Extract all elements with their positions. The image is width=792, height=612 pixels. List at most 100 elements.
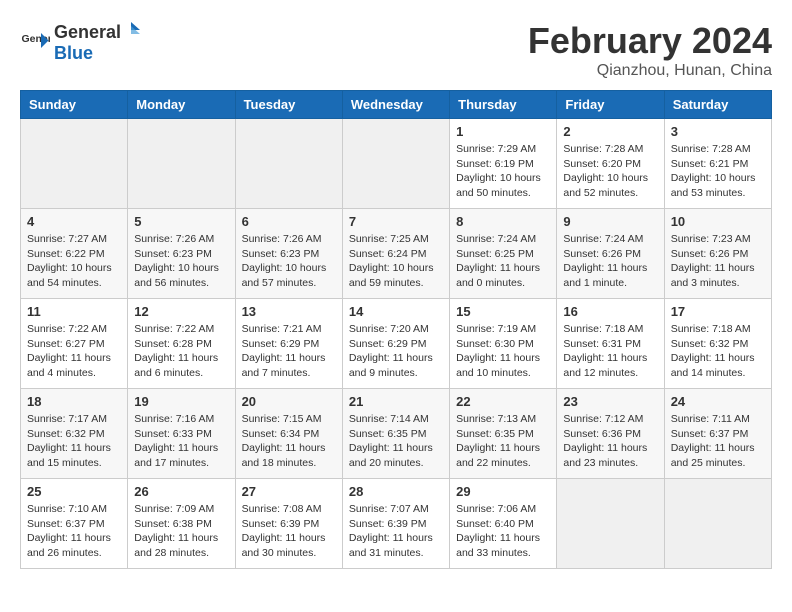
location-subtitle: Qianzhou, Hunan, China: [528, 62, 772, 80]
day-number: 18: [27, 394, 121, 409]
day-info: Sunrise: 7:25 AM Sunset: 6:24 PM Dayligh…: [349, 232, 443, 291]
day-of-week-header: Saturday: [664, 91, 771, 119]
day-info: Sunrise: 7:18 AM Sunset: 6:31 PM Dayligh…: [563, 322, 657, 381]
calendar-day-cell: 27 Sunrise: 7:08 AM Sunset: 6:39 PM Dayli…: [235, 479, 342, 569]
day-number: 29: [456, 484, 550, 499]
day-info: Sunrise: 7:08 AM Sunset: 6:39 PM Dayligh…: [242, 502, 336, 561]
calendar-week-row: 25 Sunrise: 7:10 AM Sunset: 6:37 PM Dayli…: [21, 479, 772, 569]
calendar-day-cell: 22Sunrise: 7:13 AM Sunset: 6:35 PM Dayli…: [450, 389, 557, 479]
day-number: 7: [349, 214, 443, 229]
day-info: Sunrise: 7:09 AM Sunset: 6:38 PM Dayligh…: [134, 502, 228, 561]
calendar-day-cell: [557, 479, 664, 569]
calendar-day-cell: [342, 119, 449, 209]
calendar-day-cell: 10 Sunrise: 7:23 AM Sunset: 6:26 PM Dayli…: [664, 209, 771, 299]
calendar-day-cell: 5 Sunrise: 7:26 AM Sunset: 6:23 PM Daylig…: [128, 209, 235, 299]
logo-blue-text: Blue: [54, 43, 141, 64]
calendar-day-cell: 17Sunrise: 7:18 AM Sunset: 6:32 PM Dayli…: [664, 299, 771, 389]
logo-general-text: General: [54, 22, 121, 43]
day-of-week-header: Wednesday: [342, 91, 449, 119]
calendar-table: SundayMondayTuesdayWednesdayThursdayFrid…: [20, 90, 772, 569]
day-number: 13: [242, 304, 336, 319]
day-info: Sunrise: 7:22 AM Sunset: 6:27 PM Dayligh…: [27, 322, 121, 381]
calendar-day-cell: [664, 479, 771, 569]
calendar-day-cell: 14 Sunrise: 7:20 AM Sunset: 6:29 PM Dayli…: [342, 299, 449, 389]
day-number: 6: [242, 214, 336, 229]
day-number: 9: [563, 214, 657, 229]
day-info: Sunrise: 7:28 AM Sunset: 6:20 PM Dayligh…: [563, 142, 657, 201]
calendar-day-cell: 4 Sunrise: 7:27 AM Sunset: 6:22 PM Daylig…: [21, 209, 128, 299]
calendar-day-cell: 20 Sunrise: 7:15 AM Sunset: 6:34 PM Dayli…: [235, 389, 342, 479]
day-number: 28: [349, 484, 443, 499]
day-number: 22: [456, 394, 550, 409]
day-info: Sunrise: 7:26 AM Sunset: 6:23 PM Dayligh…: [134, 232, 228, 291]
day-number: 19: [134, 394, 228, 409]
day-info: Sunrise: 7:29 AM Sunset: 6:19 PM Dayligh…: [456, 142, 550, 201]
calendar-day-cell: 29 Sunrise: 7:06 AM Sunset: 6:40 PM Dayli…: [450, 479, 557, 569]
calendar-day-cell: 1Sunrise: 7:29 AM Sunset: 6:19 PM Daylig…: [450, 119, 557, 209]
day-number: 27: [242, 484, 336, 499]
day-info: Sunrise: 7:26 AM Sunset: 6:23 PM Dayligh…: [242, 232, 336, 291]
day-number: 4: [27, 214, 121, 229]
day-info: Sunrise: 7:07 AM Sunset: 6:39 PM Dayligh…: [349, 502, 443, 561]
day-info: Sunrise: 7:14 AM Sunset: 6:35 PM Dayligh…: [349, 412, 443, 471]
day-info: Sunrise: 7:20 AM Sunset: 6:29 PM Dayligh…: [349, 322, 443, 381]
calendar-day-cell: 3 Sunrise: 7:28 AM Sunset: 6:21 PM Daylig…: [664, 119, 771, 209]
day-info: Sunrise: 7:28 AM Sunset: 6:21 PM Dayligh…: [671, 142, 765, 201]
month-year-title: February 2024: [528, 20, 772, 62]
logo-icon: General: [20, 27, 50, 57]
day-number: 20: [242, 394, 336, 409]
calendar-week-row: 1Sunrise: 7:29 AM Sunset: 6:19 PM Daylig…: [21, 119, 772, 209]
calendar-day-cell: [235, 119, 342, 209]
day-number: 12: [134, 304, 228, 319]
calendar-day-cell: 2 Sunrise: 7:28 AM Sunset: 6:20 PM Daylig…: [557, 119, 664, 209]
day-number: 23: [563, 394, 657, 409]
day-info: Sunrise: 7:24 AM Sunset: 6:25 PM Dayligh…: [456, 232, 550, 291]
day-number: 5: [134, 214, 228, 229]
calendar-week-row: 4 Sunrise: 7:27 AM Sunset: 6:22 PM Daylig…: [21, 209, 772, 299]
day-number: 8: [456, 214, 550, 229]
calendar-day-cell: 24 Sunrise: 7:11 AM Sunset: 6:37 PM Dayli…: [664, 389, 771, 479]
day-of-week-header: Monday: [128, 91, 235, 119]
calendar-week-row: 11Sunrise: 7:22 AM Sunset: 6:27 PM Dayli…: [21, 299, 772, 389]
day-number: 14: [349, 304, 443, 319]
calendar-day-cell: 25 Sunrise: 7:10 AM Sunset: 6:37 PM Dayli…: [21, 479, 128, 569]
calendar-day-cell: 7 Sunrise: 7:25 AM Sunset: 6:24 PM Daylig…: [342, 209, 449, 299]
calendar-day-cell: 8 Sunrise: 7:24 AM Sunset: 6:25 PM Daylig…: [450, 209, 557, 299]
day-info: Sunrise: 7:16 AM Sunset: 6:33 PM Dayligh…: [134, 412, 228, 471]
day-number: 21: [349, 394, 443, 409]
day-number: 2: [563, 124, 657, 139]
day-info: Sunrise: 7:23 AM Sunset: 6:26 PM Dayligh…: [671, 232, 765, 291]
day-info: Sunrise: 7:11 AM Sunset: 6:37 PM Dayligh…: [671, 412, 765, 471]
day-number: 17: [671, 304, 765, 319]
day-info: Sunrise: 7:27 AM Sunset: 6:22 PM Dayligh…: [27, 232, 121, 291]
day-number: 24: [671, 394, 765, 409]
day-info: Sunrise: 7:06 AM Sunset: 6:40 PM Dayligh…: [456, 502, 550, 561]
calendar-day-cell: 6 Sunrise: 7:26 AM Sunset: 6:23 PM Daylig…: [235, 209, 342, 299]
day-info: Sunrise: 7:21 AM Sunset: 6:29 PM Dayligh…: [242, 322, 336, 381]
day-info: Sunrise: 7:10 AM Sunset: 6:37 PM Dayligh…: [27, 502, 121, 561]
day-info: Sunrise: 7:15 AM Sunset: 6:34 PM Dayligh…: [242, 412, 336, 471]
day-number: 10: [671, 214, 765, 229]
calendar-day-cell: 11Sunrise: 7:22 AM Sunset: 6:27 PM Dayli…: [21, 299, 128, 389]
day-number: 3: [671, 124, 765, 139]
day-number: 25: [27, 484, 121, 499]
calendar-day-cell: [128, 119, 235, 209]
calendar-week-row: 18 Sunrise: 7:17 AM Sunset: 6:32 PM Dayli…: [21, 389, 772, 479]
day-info: Sunrise: 7:24 AM Sunset: 6:26 PM Dayligh…: [563, 232, 657, 291]
calendar-day-cell: 16 Sunrise: 7:18 AM Sunset: 6:31 PM Dayli…: [557, 299, 664, 389]
day-info: Sunrise: 7:17 AM Sunset: 6:32 PM Dayligh…: [27, 412, 121, 471]
logo: General General Blue: [20, 20, 141, 64]
day-number: 15: [456, 304, 550, 319]
calendar-header-row: SundayMondayTuesdayWednesdayThursdayFrid…: [21, 91, 772, 119]
day-info: Sunrise: 7:19 AM Sunset: 6:30 PM Dayligh…: [456, 322, 550, 381]
calendar-day-cell: 13 Sunrise: 7:21 AM Sunset: 6:29 PM Dayli…: [235, 299, 342, 389]
calendar-day-cell: 18 Sunrise: 7:17 AM Sunset: 6:32 PM Dayli…: [21, 389, 128, 479]
day-of-week-header: Thursday: [450, 91, 557, 119]
calendar-day-cell: 21 Sunrise: 7:14 AM Sunset: 6:35 PM Dayli…: [342, 389, 449, 479]
calendar-day-cell: 19 Sunrise: 7:16 AM Sunset: 6:33 PM Dayli…: [128, 389, 235, 479]
day-number: 16: [563, 304, 657, 319]
title-area: February 2024 Qianzhou, Hunan, China: [528, 20, 772, 80]
header: General General Blue February 2024 Qianz…: [20, 20, 772, 80]
calendar-day-cell: [21, 119, 128, 209]
calendar-day-cell: 28 Sunrise: 7:07 AM Sunset: 6:39 PM Dayli…: [342, 479, 449, 569]
